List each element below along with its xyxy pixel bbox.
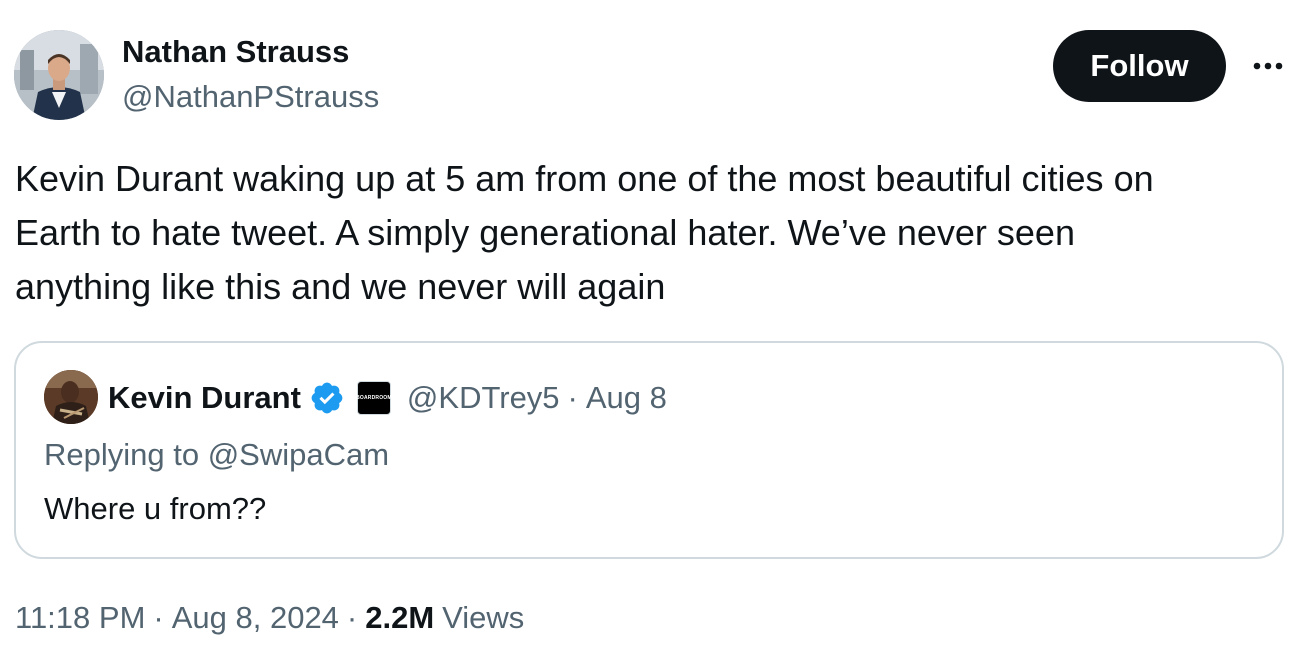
separator-dot: · — [346, 600, 358, 635]
author-handle[interactable]: @NathanPStrauss — [122, 79, 379, 115]
separator-dot: · — [567, 380, 578, 415]
tweet-text-line: anything like this and we never will aga… — [15, 266, 666, 307]
quoted-tweet-header: Kevin Durant BOARDROOM @KDTrey5 · Aug 8 — [108, 376, 667, 420]
quoted-tweet-card[interactable]: Kevin Durant BOARDROOM @KDTrey5 · Aug 8 … — [14, 341, 1284, 559]
quoted-tweet-date[interactable]: Aug 8 — [586, 380, 667, 416]
tweet-text: Kevin Durant waking up at 5 am from one … — [15, 152, 1285, 314]
tweet-meta: 11:18 PM · Aug 8, 2024 · 2.2M Views — [15, 600, 524, 636]
quoted-author-handle[interactable]: @KDTrey5 — [407, 380, 560, 416]
replying-to: Replying to @SwipaCam — [44, 437, 390, 472]
author-avatar[interactable] — [14, 30, 104, 120]
views-label: Views — [442, 600, 525, 635]
author-avatar-image — [14, 30, 104, 120]
tweet-date[interactable]: Aug 8, 2024 — [172, 600, 339, 636]
quoted-author-avatar-image — [44, 370, 98, 424]
author-name[interactable]: Nathan Strauss — [122, 34, 349, 70]
views-count: 2.2M — [365, 600, 435, 635]
tweet-text-line: Kevin Durant waking up at 5 am from one … — [15, 158, 1154, 199]
follow-button[interactable]: Follow — [1053, 30, 1226, 102]
affiliate-badge-icon[interactable]: BOARDROOM — [356, 381, 392, 415]
quoted-author-avatar[interactable] — [44, 370, 98, 424]
separator-dot: · — [153, 600, 164, 635]
affiliate-badge-label: BOARDROOM — [356, 395, 392, 401]
more-options-button[interactable] — [1246, 46, 1290, 86]
verified-badge-icon[interactable] — [309, 380, 345, 416]
tweet-time[interactable]: 11:18 PM — [15, 600, 145, 636]
quoted-tweet-text: Where u from?? — [44, 491, 267, 526]
more-horizontal-icon — [1253, 62, 1283, 70]
tweet-text-line: Earth to hate tweet. A simply generation… — [15, 212, 1075, 253]
quoted-author-name[interactable]: Kevin Durant — [108, 380, 301, 416]
